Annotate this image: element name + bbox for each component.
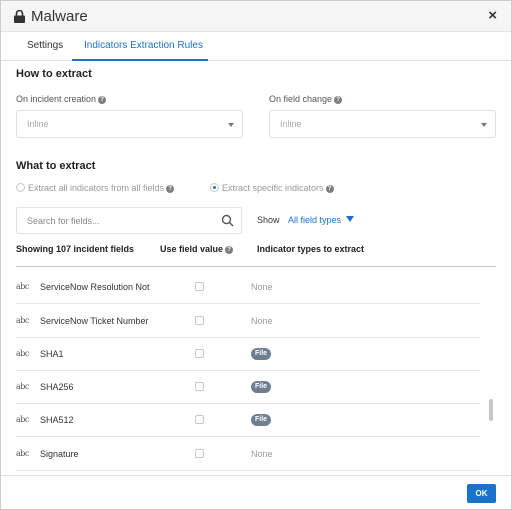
on-creation-label: On incident creation?	[16, 94, 107, 104]
use-field-value-header: Use field value?	[160, 244, 234, 254]
help-icon[interactable]: ?	[325, 185, 334, 193]
dialog-footer	[1, 475, 511, 509]
text-type-icon: abc	[16, 349, 29, 358]
indicator-badge-file[interactable]: File	[251, 414, 272, 426]
on-change-label: On field change?	[269, 94, 343, 104]
dialog-header: Malware ×	[1, 1, 511, 32]
active-tab-indicator	[72, 59, 208, 61]
tab-indicators-extraction-rules[interactable]: Indicators Extraction Rules	[84, 40, 203, 51]
use-field-value-checkbox[interactable]	[195, 282, 204, 291]
search-icon[interactable]	[221, 214, 234, 227]
table-row: abc ServiceNow Resolution Not None	[16, 271, 480, 304]
field-types-value: All field types	[288, 215, 342, 225]
text-type-icon: abc	[16, 415, 29, 424]
on-change-value: Inline	[280, 119, 302, 129]
indicator-none[interactable]: None	[251, 282, 273, 292]
help-icon[interactable]: ?	[166, 185, 175, 193]
text-type-icon: abc	[16, 316, 29, 325]
show-label: Show	[257, 215, 280, 225]
field-name: SHA256	[40, 382, 74, 392]
radio-extract-all-label: Extract all indicators from all fields	[28, 183, 165, 193]
field-name: SHA512	[40, 415, 74, 425]
field-types-dropdown[interactable]: All field types	[288, 215, 355, 225]
caret-down-icon	[346, 216, 355, 222]
fields-count-header: Showing 107 incident fields	[16, 244, 135, 254]
help-icon[interactable]: ?	[334, 96, 343, 104]
chevron-down-icon	[481, 123, 487, 127]
field-name: SHA1	[40, 349, 64, 359]
tab-settings[interactable]: Settings	[27, 40, 63, 51]
how-to-extract-title: How to extract	[16, 68, 92, 80]
field-name: Signature	[40, 449, 79, 459]
dialog-title: Malware	[31, 8, 88, 25]
on-creation-select[interactable]: Inline	[16, 110, 243, 138]
table-row: abc SHA512 File	[16, 404, 480, 437]
field-name: ServiceNow Ticket Number	[40, 316, 149, 326]
tab-bar: Settings Indicators Extraction Rules	[1, 32, 511, 61]
search-placeholder: Search for fields...	[27, 216, 100, 226]
indicator-none[interactable]: None	[251, 316, 273, 326]
on-change-label-text: On field change	[269, 94, 333, 104]
close-icon[interactable]: ×	[488, 7, 497, 24]
radio-extract-specific[interactable]: Extract specific indicators?	[210, 183, 334, 193]
on-change-select[interactable]: Inline	[269, 110, 496, 138]
lock-icon	[14, 10, 25, 23]
search-fields-input[interactable]: Search for fields...	[16, 207, 242, 234]
use-field-value-checkbox[interactable]	[195, 415, 204, 424]
use-field-value-checkbox[interactable]	[195, 382, 204, 391]
ok-button[interactable]: OK	[467, 484, 496, 503]
malware-dialog: Malware × Settings Indicators Extraction…	[0, 0, 512, 510]
help-icon[interactable]: ?	[98, 96, 107, 104]
use-field-value-checkbox[interactable]	[195, 349, 204, 358]
indicator-badge-file[interactable]: File	[251, 381, 272, 393]
list-scrollbar[interactable]	[489, 399, 493, 421]
on-creation-value: Inline	[27, 119, 49, 129]
field-name: ServiceNow Resolution Not	[40, 282, 150, 292]
radio-extract-specific-label: Extract specific indicators	[222, 183, 324, 193]
table-row: abc ServiceNow Ticket Number None	[16, 305, 480, 338]
use-field-value-checkbox[interactable]	[195, 316, 204, 325]
fields-list: abc ServiceNow Resolution Not None abc S…	[16, 266, 496, 474]
radio-extract-all[interactable]: Extract all indicators from all fields?	[16, 183, 175, 193]
table-row: abc Signature None	[16, 438, 480, 471]
table-row: abc SHA1 File	[16, 338, 480, 371]
table-row: abc SHA256 File	[16, 371, 480, 404]
indicator-types-header: Indicator types to extract	[257, 244, 365, 254]
text-type-icon: abc	[16, 449, 29, 458]
on-creation-label-text: On incident creation	[16, 94, 97, 104]
text-type-icon: abc	[16, 382, 29, 391]
use-field-value-checkbox[interactable]	[195, 449, 204, 458]
what-to-extract-title: What to extract	[16, 160, 96, 172]
radio-button-selected[interactable]	[210, 183, 219, 192]
radio-button[interactable]	[16, 183, 25, 192]
use-field-value-label: Use field value	[160, 244, 224, 254]
indicator-badge-file[interactable]: File	[251, 348, 272, 360]
help-icon[interactable]: ?	[225, 246, 234, 254]
text-type-icon: abc	[16, 282, 29, 291]
chevron-down-icon	[228, 123, 234, 127]
indicator-none[interactable]: None	[251, 449, 273, 459]
